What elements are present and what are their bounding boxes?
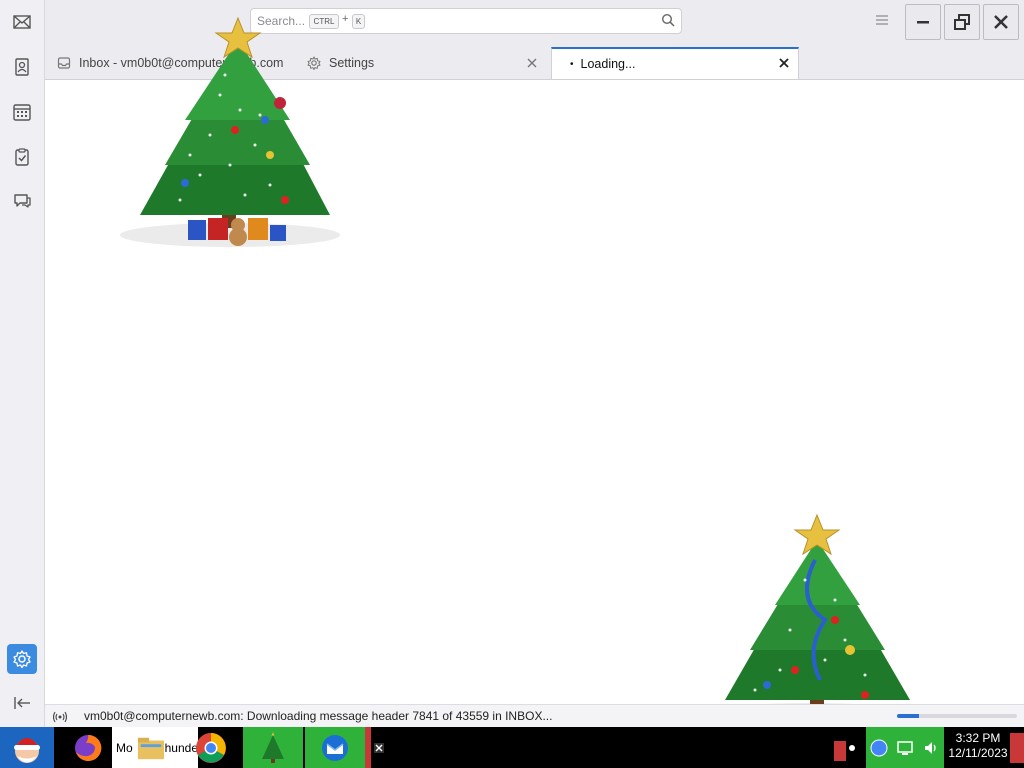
close-icon bbox=[779, 58, 789, 68]
status-message: vm0b0t@computernewb.com: Downloading mes… bbox=[84, 709, 553, 723]
minimize-icon bbox=[917, 21, 929, 24]
k-key-hint: K bbox=[352, 14, 365, 29]
app-menu-icon[interactable] bbox=[875, 13, 889, 27]
tab-loading-close-button[interactable] bbox=[777, 56, 791, 70]
thunderbird-icon bbox=[322, 734, 348, 761]
restore-icon bbox=[954, 14, 970, 30]
volume-icon bbox=[925, 741, 936, 754]
loading-dot-icon: • bbox=[570, 58, 574, 70]
santa-start-icon bbox=[14, 737, 40, 763]
chat-icon bbox=[14, 194, 31, 208]
search-icon[interactable] bbox=[661, 13, 675, 27]
tab-settings-close-button[interactable] bbox=[525, 56, 539, 70]
collapse-spaces-button[interactable] bbox=[7, 688, 37, 718]
start-button[interactable] bbox=[0, 727, 54, 768]
spaces-toolbar bbox=[0, 0, 45, 727]
system-tray[interactable] bbox=[866, 727, 944, 768]
minimize-button[interactable] bbox=[905, 4, 941, 40]
download-progress-bar bbox=[897, 714, 1017, 718]
close-window-button[interactable] bbox=[983, 4, 1019, 40]
firefox-icon bbox=[75, 734, 102, 761]
taskbar-clock[interactable]: 3:32 PM 12/11/2023 bbox=[946, 731, 1010, 761]
close-icon bbox=[374, 742, 384, 753]
tasks-space-button[interactable] bbox=[7, 142, 37, 172]
calendar-space-button[interactable] bbox=[7, 97, 37, 127]
inbox-icon bbox=[57, 57, 71, 69]
settings-icon bbox=[13, 650, 31, 669]
christmas-tree-decoration bbox=[120, 16, 340, 247]
mail-space-button[interactable] bbox=[7, 7, 37, 37]
status-bar: vm0b0t@computernewb.com: Downloading mes… bbox=[45, 704, 1024, 728]
tray-indicator bbox=[834, 741, 846, 761]
tasks-icon bbox=[15, 148, 29, 166]
close-icon bbox=[994, 15, 1008, 29]
chrome-tray-icon bbox=[870, 739, 888, 756]
restore-button[interactable] bbox=[944, 4, 980, 40]
address-book-icon bbox=[15, 58, 29, 76]
clock-time: 3:32 PM bbox=[955, 731, 1001, 745]
tab-loading[interactable]: • Loading... bbox=[551, 47, 799, 79]
chrome-taskbar-button[interactable] bbox=[191, 727, 231, 768]
christmas-tree-taskbar-button[interactable] bbox=[243, 727, 303, 768]
os-taskbar: Mo hunde 3:32 PM 12/11/2023 bbox=[0, 727, 1024, 768]
file-explorer-icon bbox=[137, 737, 164, 759]
thunderbird-app-button[interactable] bbox=[305, 727, 365, 768]
clock-date: 12/11/2023 bbox=[948, 746, 1008, 760]
address-book-space-button[interactable] bbox=[7, 52, 37, 82]
chrome-icon bbox=[196, 732, 226, 763]
firefox-taskbar-button[interactable] bbox=[68, 727, 108, 768]
chat-space-button[interactable] bbox=[7, 186, 37, 216]
tree-icon bbox=[262, 731, 284, 763]
thunderbird-taskbar-button[interactable]: Mo hunde bbox=[112, 727, 198, 768]
show-desktop-button[interactable] bbox=[1010, 733, 1024, 763]
dot-icon bbox=[849, 744, 855, 751]
calendar-icon bbox=[13, 104, 31, 121]
thunderbird-taskbar-label: Mo bbox=[116, 740, 133, 755]
close-icon bbox=[527, 58, 537, 68]
progress-fill bbox=[897, 714, 919, 718]
settings-space-button[interactable] bbox=[7, 644, 37, 674]
tray-dot bbox=[846, 727, 858, 768]
mail-icon bbox=[13, 15, 31, 29]
close-taskbar-item[interactable] bbox=[373, 727, 385, 768]
tab-loading-label: Loading... bbox=[580, 57, 636, 71]
online-status-icon[interactable] bbox=[53, 710, 67, 724]
taskbar-separator bbox=[365, 727, 371, 768]
collapse-icon bbox=[14, 697, 30, 709]
network-icon bbox=[897, 740, 913, 755]
